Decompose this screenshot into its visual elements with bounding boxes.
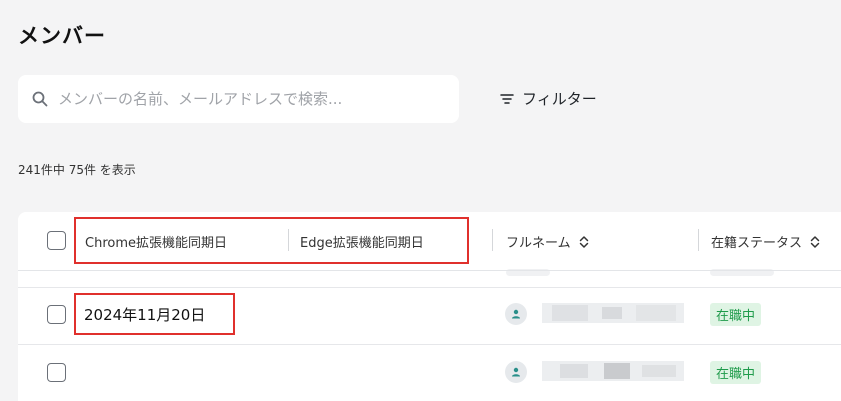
user-icon [512, 309, 520, 319]
status-badge: 在職中 [710, 303, 762, 326]
filter-icon [500, 93, 514, 104]
header-bottom-border [18, 270, 841, 271]
chrome-sync-date-cell: 2024年11月20日 [84, 306, 206, 324]
avatar [505, 361, 527, 383]
row-separator [18, 287, 841, 288]
avatar [505, 303, 527, 325]
search-icon [32, 91, 48, 107]
column-divider [288, 229, 289, 251]
search-input[interactable] [58, 90, 448, 108]
select-all-checkbox[interactable] [47, 231, 66, 250]
column-header-edge-sync-date[interactable]: Edge拡張機能同期日 [300, 232, 424, 251]
column-header-employment-status[interactable]: 在籍ステータス [711, 232, 820, 251]
result-count: 241件中 75件 を表示 [18, 163, 136, 177]
redacted-name [542, 361, 684, 381]
row-checkbox[interactable] [47, 363, 66, 382]
status-badge: 在職中 [710, 361, 762, 384]
column-divider [698, 229, 699, 251]
column-header-full-name[interactable]: フルネーム [506, 232, 589, 251]
members-table: Chrome拡張機能同期日 Edge拡張機能同期日 フルネーム 在籍ステータス … [18, 212, 841, 401]
column-divider [492, 229, 493, 251]
column-header-chrome-sync-date[interactable]: Chrome拡張機能同期日 [85, 232, 227, 251]
sort-icon[interactable] [579, 235, 589, 249]
user-icon [512, 367, 520, 377]
row-separator [18, 344, 841, 345]
filter-button[interactable]: フィルター [500, 88, 597, 109]
redacted-name [542, 303, 684, 323]
filter-label: フィルター [522, 90, 597, 108]
row-checkbox[interactable] [47, 305, 66, 324]
sort-icon[interactable] [810, 235, 820, 249]
page-title: メンバー [18, 24, 106, 48]
search-box[interactable] [18, 75, 459, 123]
